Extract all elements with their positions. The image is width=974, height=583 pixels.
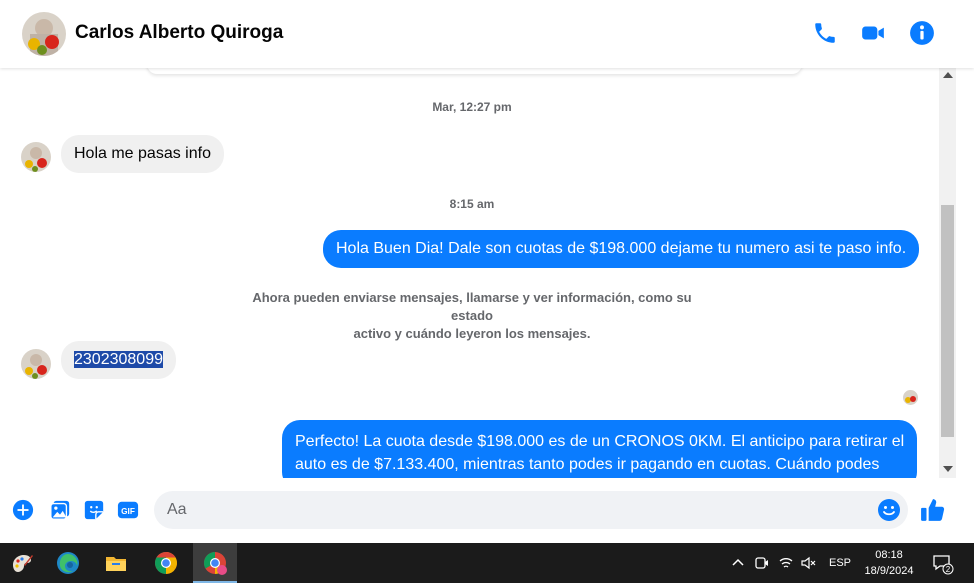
taskbar-clock[interactable]: 08:18 18/9/2024 bbox=[856, 547, 922, 579]
plus-circle-icon[interactable] bbox=[12, 499, 34, 521]
scroll-down-arrow-icon[interactable] bbox=[943, 466, 953, 472]
contact-avatar-small[interactable] bbox=[21, 349, 51, 379]
video-camera-icon[interactable] bbox=[860, 20, 886, 46]
image-icon[interactable] bbox=[49, 499, 71, 521]
notification-center-icon[interactable]: 2 bbox=[932, 553, 954, 575]
message-line: auto es de $7.133.400, mientras tanto po… bbox=[295, 456, 880, 473]
selected-phone-number[interactable]: 2302308099 bbox=[74, 351, 163, 368]
conversation-header: Carlos Alberto Quiroga bbox=[0, 0, 974, 68]
timestamp: 8:15 am bbox=[449, 197, 495, 211]
volume-muted-icon[interactable] bbox=[800, 555, 816, 571]
outgoing-message[interactable]: Perfecto! La cuota desde $198.000 es de … bbox=[282, 420, 918, 478]
paint-icon[interactable] bbox=[0, 543, 44, 583]
input-language[interactable]: ESP bbox=[829, 557, 851, 569]
windows-taskbar: ESP 08:18 18/9/2024 2 bbox=[0, 543, 974, 583]
incoming-message[interactable]: Hola me pasas info bbox=[61, 135, 224, 173]
seen-indicator-avatar bbox=[903, 390, 918, 405]
chevron-up-icon[interactable] bbox=[730, 555, 746, 571]
emoji-icon[interactable] bbox=[877, 498, 901, 522]
message-line: Perfecto! La cuota desde $198.000 es de … bbox=[295, 433, 905, 450]
wifi-icon[interactable] bbox=[778, 555, 794, 571]
file-explorer-icon[interactable] bbox=[94, 543, 138, 583]
message-input[interactable] bbox=[154, 491, 908, 529]
contact-name[interactable]: Carlos Alberto Quiroga bbox=[75, 22, 283, 44]
system-notice-line: Ahora pueden enviarse mensajes, llamarse… bbox=[252, 290, 692, 323]
system-notice-line: activo y cuándo leyeron los mensajes. bbox=[353, 326, 591, 341]
message-thread[interactable]: Mar, 12:27 pm Hola me pasas info 8:15 am… bbox=[5, 68, 939, 478]
message-composer: GIF bbox=[0, 478, 974, 543]
gif-label: GIF bbox=[121, 507, 135, 516]
meet-now-icon[interactable] bbox=[754, 555, 770, 571]
scrollbar-thumb[interactable] bbox=[941, 205, 954, 437]
system-notice: Ahora pueden enviarse mensajes, llamarse… bbox=[235, 289, 709, 343]
thread-scrollbar[interactable] bbox=[939, 68, 956, 478]
incoming-message[interactable]: 2302308099 bbox=[61, 341, 176, 379]
notification-count: 2 bbox=[946, 565, 951, 574]
sticker-icon[interactable] bbox=[83, 499, 105, 521]
scroll-up-arrow-icon[interactable] bbox=[943, 72, 953, 78]
edge-icon[interactable] bbox=[46, 543, 90, 583]
clock-date: 18/9/2024 bbox=[864, 565, 914, 577]
clock-time: 08:18 bbox=[875, 549, 903, 561]
thumbs-up-icon[interactable] bbox=[920, 497, 946, 523]
phone-icon[interactable] bbox=[812, 20, 838, 46]
messenger-window: Carlos Alberto Quiroga Mar, 12:27 pm Hol… bbox=[0, 0, 974, 583]
gif-icon[interactable]: GIF bbox=[117, 499, 141, 521]
outgoing-message[interactable]: Hola Buen Dia! Dale son cuotas de $198.0… bbox=[323, 230, 920, 268]
previous-message-edge bbox=[147, 68, 802, 74]
contact-avatar-small[interactable] bbox=[21, 142, 51, 172]
info-icon[interactable] bbox=[909, 20, 935, 46]
timestamp: Mar, 12:27 pm bbox=[432, 100, 512, 114]
chrome-icon[interactable] bbox=[144, 543, 188, 583]
chrome-profile-icon[interactable] bbox=[193, 543, 237, 583]
contact-avatar[interactable] bbox=[22, 12, 66, 56]
